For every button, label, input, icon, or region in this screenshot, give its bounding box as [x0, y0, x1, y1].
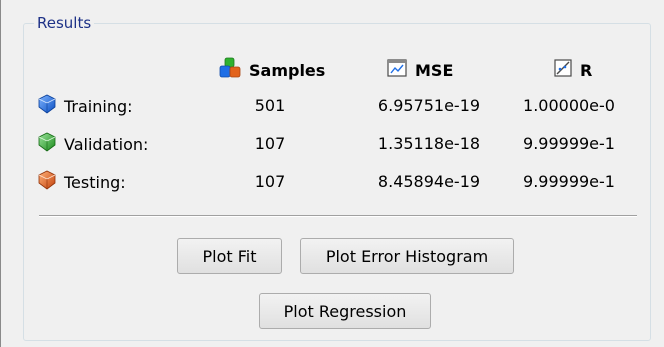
plot-fit-button[interactable]: Plot Fit: [177, 238, 282, 274]
training-label: Training:: [64, 96, 133, 116]
samples-header: Samples: [219, 57, 326, 83]
blue-cube-icon: [37, 94, 57, 118]
validation-row-label: Validation:: [37, 132, 148, 156]
validation-r: 9.99999e-1: [523, 134, 615, 153]
r-header-label: R: [580, 60, 593, 80]
validation-mse: 1.35118e-18: [377, 134, 481, 153]
plot-error-histogram-button[interactable]: Plot Error Histogram: [300, 238, 514, 274]
r-header: R: [554, 58, 592, 82]
training-row-label: Training:: [37, 94, 133, 118]
red-cube-icon: [37, 170, 57, 194]
results-panel: Results Samples MSE R Training: 501 6.95…: [0, 0, 664, 347]
testing-mse: 8.45894e-19: [377, 172, 481, 191]
green-cube-icon: [37, 132, 57, 156]
mse-header: MSE: [387, 58, 453, 82]
chart-document-icon: [387, 59, 407, 81]
regression-icon: [554, 59, 572, 81]
plot-regression-button[interactable]: Plot Regression: [259, 293, 431, 329]
training-mse: 6.95751e-19: [377, 96, 481, 115]
validation-samples: 107: [254, 134, 286, 153]
testing-label: Testing:: [64, 172, 126, 192]
results-title: Results: [34, 13, 95, 33]
training-r: 1.00000e-0: [523, 96, 615, 115]
testing-row-label: Testing:: [37, 170, 126, 194]
samples-header-label: Samples: [249, 60, 326, 80]
testing-samples: 107: [254, 172, 286, 191]
cubes-icon: [219, 57, 241, 83]
separator: [39, 215, 637, 217]
mse-header-label: MSE: [415, 60, 454, 80]
training-samples: 501: [254, 96, 286, 115]
testing-r: 9.99999e-1: [523, 172, 615, 191]
validation-label: Validation:: [64, 134, 149, 154]
